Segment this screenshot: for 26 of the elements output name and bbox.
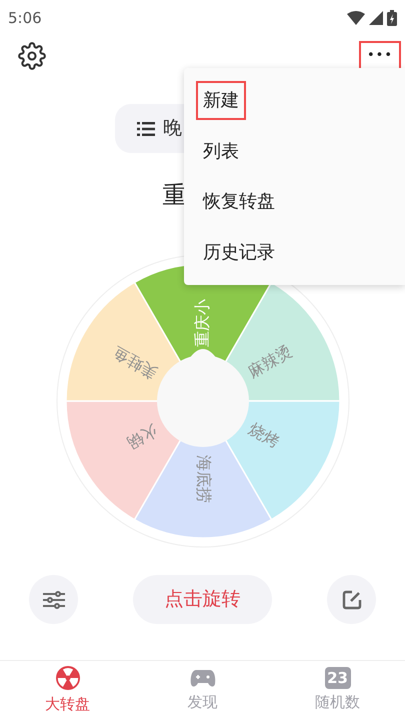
gamepad-icon xyxy=(190,667,216,690)
edit-icon xyxy=(340,588,362,610)
menu-item[interactable]: 恢复转盘 xyxy=(196,182,282,222)
number-badge-icon: 23 xyxy=(324,667,350,690)
menu-item[interactable]: 列表 xyxy=(196,132,246,171)
sector-label: 海底捞 xyxy=(194,455,214,503)
sector-label: 烧烤 xyxy=(245,418,282,452)
sector-label: 重庆小 xyxy=(192,299,211,347)
sector-label: 麻辣烫 xyxy=(244,340,296,382)
sector-label: 美蛙鱼 xyxy=(108,342,160,384)
menu-item[interactable]: 新建 xyxy=(196,80,246,120)
wifi-icon xyxy=(347,11,365,25)
sliders-icon xyxy=(42,590,64,608)
spin-button[interactable]: 点击旋转 xyxy=(133,575,272,624)
signal-icon xyxy=(369,11,383,25)
adjust-button[interactable] xyxy=(29,575,78,624)
wheel-icon xyxy=(54,665,80,692)
edit-button[interactable] xyxy=(327,575,376,624)
settings-icon[interactable] xyxy=(18,42,46,70)
sector-label: 火锅 xyxy=(124,420,162,454)
status-time: 5:06 xyxy=(8,8,42,29)
list-icon xyxy=(137,122,155,136)
menu-item[interactable]: 历史记录 xyxy=(196,233,282,272)
tab[interactable]: 大转盘 xyxy=(0,661,135,720)
result-title: 重 xyxy=(162,181,186,209)
battery-icon xyxy=(387,10,397,26)
